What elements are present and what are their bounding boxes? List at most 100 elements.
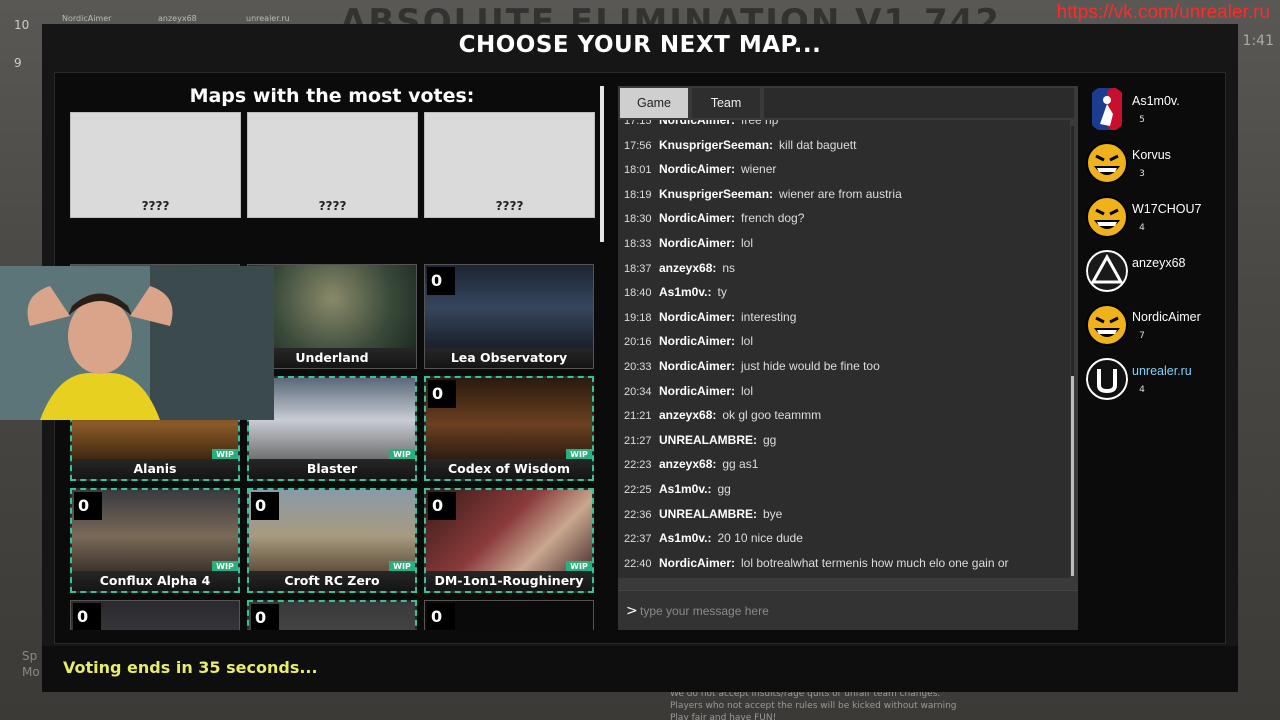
chat-username[interactable]: anzeyx68: [659, 457, 716, 471]
tab-team[interactable]: Team [692, 88, 760, 118]
chat-input[interactable] [640, 599, 1060, 623]
chat-username[interactable]: NordicAimer: [659, 310, 735, 324]
chat-message: 18:19 KnusprigerSeeman: wiener are from au… [624, 182, 902, 206]
top-vote-slot: ???? [424, 112, 595, 218]
map-card[interactable]: 0 WIP Conflux Alpha 4 [70, 488, 240, 593]
chat-input-bar: > [618, 590, 1078, 630]
background-name: NordicAimer [62, 14, 112, 23]
chat-timestamp: 22:23 [624, 459, 652, 472]
chat-panel: Game Team 17:15 NordicAimer: free hp 17:56 K… [618, 86, 1078, 630]
chat-timestamp: 21:27 [624, 434, 652, 447]
vote-count: 0 [428, 492, 456, 520]
map-card[interactable]: 0 [424, 600, 594, 630]
chat-message: 18:33 NordicAimer: lol [624, 231, 753, 255]
chat-timestamp: 21:21 [624, 410, 652, 423]
chat-message: 20:34 NordicAimer: lol [624, 379, 753, 403]
chat-text: ns [722, 260, 736, 275]
chat-text: lol [741, 236, 754, 250]
map-card[interactable]: 0 Lea Observatory [424, 264, 594, 369]
chat-username[interactable]: As1m0v.: [659, 482, 711, 496]
vote-count: 0 [427, 603, 455, 630]
map-list-scrollbar[interactable] [600, 86, 604, 242]
map-card[interactable]: 0 WIP DM-1on1-Roughinery [424, 488, 594, 593]
dialog-footer: Voting ends in 35 seconds... [42, 646, 1238, 692]
chat-message: 20:33 NordicAimer: just hide would be fine… [624, 354, 880, 378]
chat-message: 18:40 As1m0v.: ty [624, 280, 727, 304]
chat-timestamp: 19:18 [624, 311, 652, 324]
player-name: Korvus [1132, 148, 1171, 162]
chat-timestamp: 18:01 [624, 164, 652, 177]
chat-username[interactable]: KnusprigerSeeman: [659, 187, 773, 201]
rank-badge: 3 [1139, 169, 1145, 179]
chat-message: 17:56 KnusprigerSeeman: kill dat baguett [624, 133, 856, 157]
chat-text: french dog? [741, 211, 805, 226]
map-card[interactable]: 0 [70, 600, 240, 630]
map-name: Codex of Wisdom [426, 459, 592, 479]
rank-badge: 4 [1139, 385, 1145, 395]
chat-username[interactable]: NordicAimer: [659, 556, 735, 570]
player-entry[interactable]: W17CHOU7 4 [1084, 194, 1214, 244]
chat-text: gg as1 [722, 457, 759, 472]
chat-username[interactable]: anzeyx68: [659, 408, 716, 422]
chat-username[interactable]: NordicAimer: [659, 384, 735, 398]
chat-message: 22:37 As1m0v.: 20 10 nice dude [624, 526, 803, 550]
player-entry[interactable]: unrealer.ru 4 [1084, 356, 1214, 406]
chat-timestamp: 22:36 [624, 508, 652, 521]
background-name: unrealer.ru [246, 14, 290, 23]
chat-message: 20:16 NordicAimer: lol [624, 329, 753, 353]
chat-timestamp: 18:40 [624, 287, 652, 300]
chat-message: 18:30 NordicAimer: french dog? [624, 206, 804, 230]
chat-username[interactable]: NordicAimer: [659, 162, 735, 176]
player-entry[interactable]: NordicAimer 7 [1084, 302, 1214, 352]
chat-message: 19:18 NordicAimer: interesting [624, 305, 796, 329]
player-entry[interactable]: As1m0v. 5 [1084, 86, 1214, 136]
chat-text: wiener [741, 162, 777, 177]
background-name: anzeyx68 [158, 14, 197, 23]
player-name: W17CHOU7 [1132, 202, 1202, 216]
chat-username[interactable]: UNREALAMBRE: [659, 433, 757, 447]
map-card[interactable]: 0 [247, 600, 417, 630]
chat-text: lol botrealwhat termenis how much elo on… [741, 555, 1009, 570]
chat-timestamp: 17:15 [624, 120, 652, 127]
chat-username[interactable]: As1m0v.: [659, 285, 711, 299]
vote-count: 0 [251, 604, 279, 630]
chat-text: ok gl goo teammm [722, 408, 822, 423]
top-vote-slot: ???? [70, 112, 241, 218]
chat-username[interactable]: NordicAimer: [659, 120, 735, 127]
player-entry[interactable]: anzeyx68 [1084, 248, 1214, 298]
chat-username[interactable]: NordicAimer: [659, 359, 735, 373]
chat-timestamp: 20:33 [624, 361, 652, 373]
rank-badge: 4 [1139, 223, 1145, 233]
chat-username[interactable]: anzeyx68: [659, 261, 716, 275]
chat-scrollbar-thumb[interactable] [1071, 376, 1074, 576]
map-name: Blaster [249, 459, 415, 479]
vote-count: 0 [251, 492, 279, 520]
chat-text: gg [763, 432, 777, 447]
map-name: Alanis [72, 459, 238, 479]
webcam-overlay [0, 266, 274, 420]
triangle-logo-icon [1086, 248, 1128, 294]
chat-text: bye [763, 506, 783, 521]
chat-username[interactable]: KnusprigerSeeman: [659, 138, 773, 152]
map-name: Lea Observatory [425, 348, 593, 368]
chat-text: lol [741, 383, 754, 398]
map-card[interactable]: 0 WIP Croft RC Zero [247, 488, 417, 593]
player-name: NordicAimer [1132, 310, 1201, 324]
player-name: unrealer.ru [1132, 364, 1192, 378]
chat-message: 21:21 anzeyx68: ok gl goo teammm [624, 403, 821, 427]
smiley-face-icon [1086, 140, 1128, 186]
chat-text: free hp [741, 120, 779, 127]
chat-timestamp: 20:34 [624, 385, 652, 398]
player-name: anzeyx68 [1132, 256, 1186, 270]
chat-username[interactable]: NordicAimer: [659, 334, 735, 348]
map-card[interactable]: 0 WIP Codex of Wisdom [424, 376, 594, 481]
chat-username[interactable]: UNREALAMBRE: [659, 507, 757, 521]
chat-username[interactable]: NordicAimer: [659, 211, 735, 225]
chat-username[interactable]: NordicAimer: [659, 236, 735, 250]
player-entry[interactable]: Korvus 3 [1084, 140, 1214, 190]
chat-username[interactable]: As1m0v.: [659, 531, 711, 545]
tab-game[interactable]: Game [620, 88, 688, 118]
chat-text: just hide would be fine too [741, 359, 880, 373]
server-rules: We do not accept insults/rage quits or u… [670, 689, 957, 720]
background-left-text: Sp Mo [22, 649, 40, 679]
